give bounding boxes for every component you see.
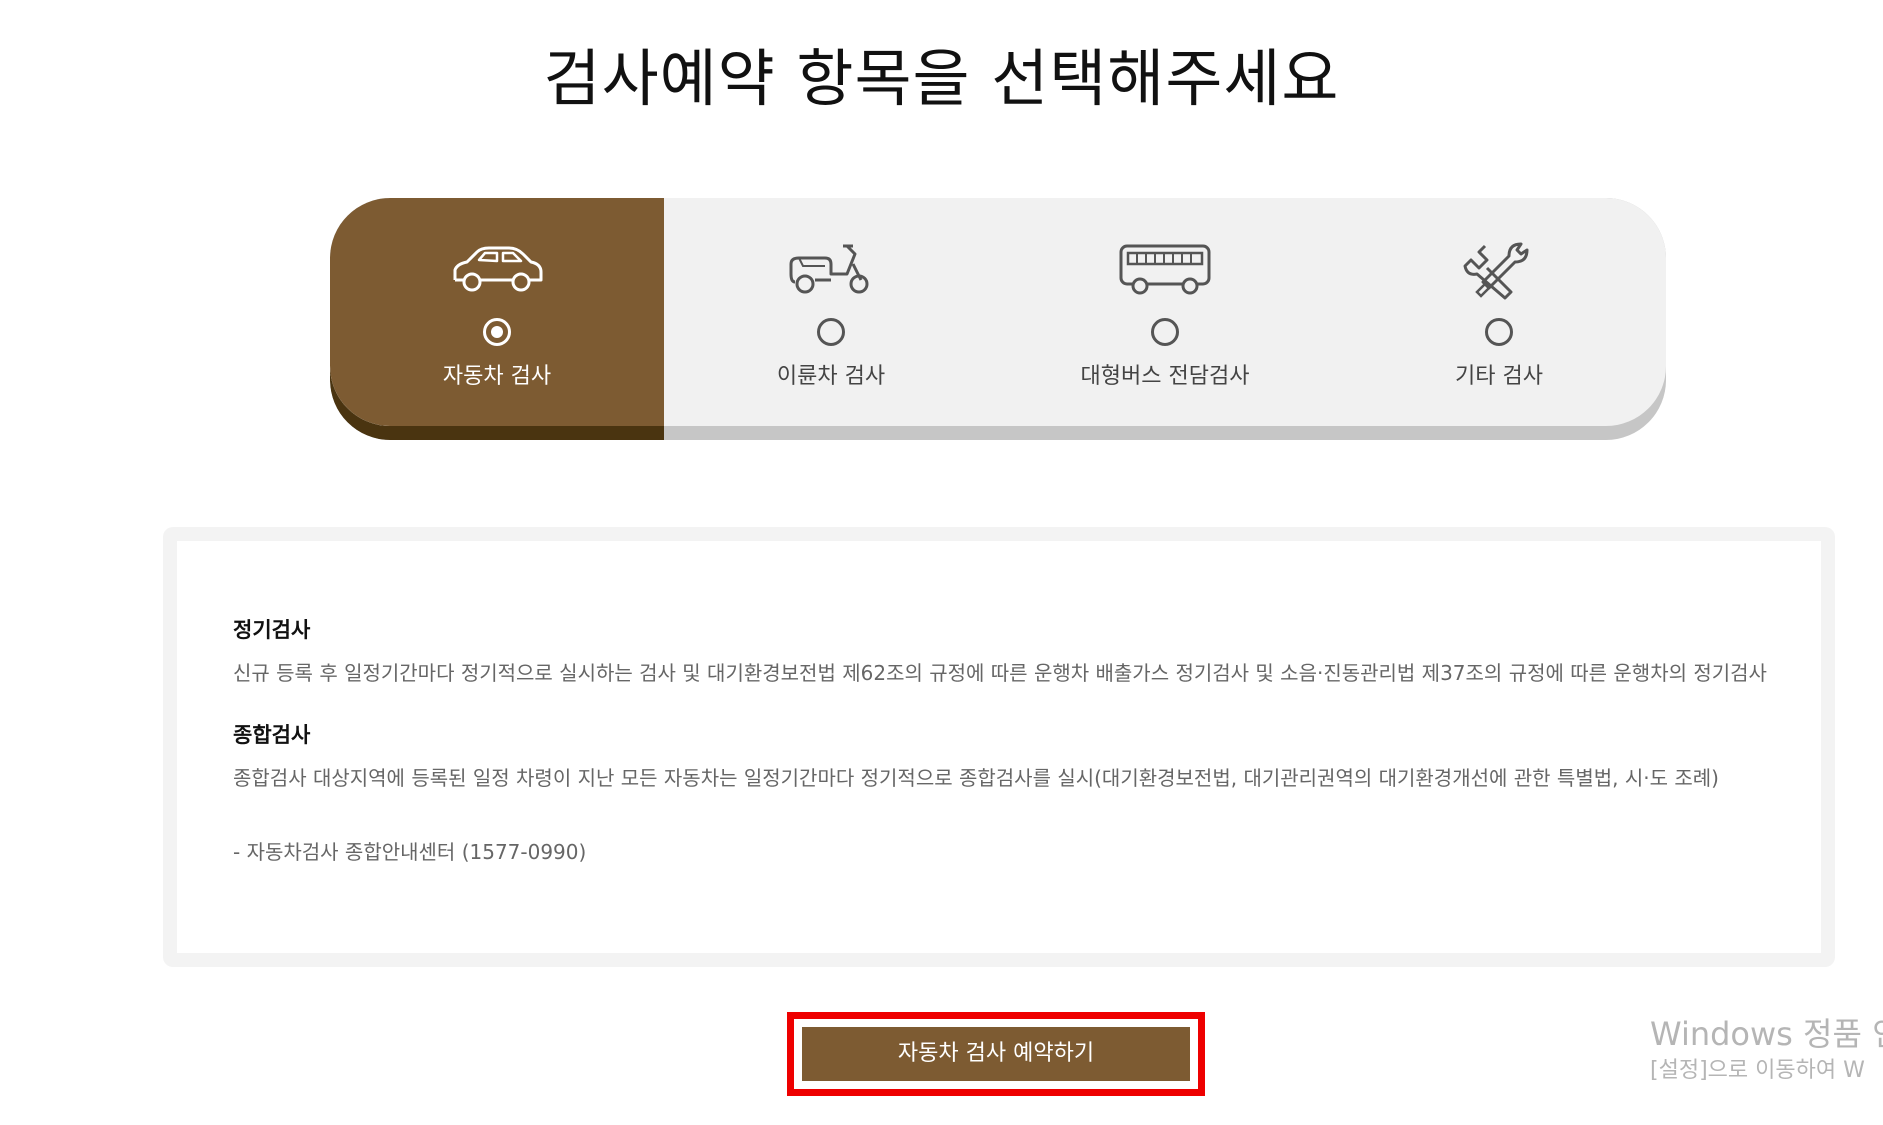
description-panel-inner: 정기검사 신규 등록 후 일정기간마다 정기적으로 실시하는 검사 및 대기환경… <box>177 541 1821 953</box>
scooter-icon <box>789 244 869 294</box>
description-section-comprehensive: 종합검사 종합검사 대상지역에 등록된 일정 차령이 지난 모든 자동차는 일정… <box>233 719 1773 796</box>
watermark-title: Windows 정품 인 <box>1650 1015 1883 1053</box>
option-other-inspection[interactable]: 기타 검사 <box>1332 198 1666 426</box>
section-text: 신규 등록 후 일정기간마다 정기적으로 실시하는 검사 및 대기환경보전법 제… <box>233 661 1767 685</box>
page: 검사예약 항목을 선택해주세요 자동차 검사 이륜차 검사 대형버스 전담검사 … <box>0 0 1883 1125</box>
description-section-periodic: 정기검사 신규 등록 후 일정기간마다 정기적으로 실시하는 검사 및 대기환경… <box>233 614 1773 691</box>
contact-info: - 자동차검사 종합안내센터 (1577-0990) <box>233 840 587 864</box>
option-bus-inspection[interactable]: 대형버스 전담검사 <box>998 198 1332 426</box>
radio-unchecked-icon[interactable] <box>817 318 845 346</box>
reserve-car-inspection-button[interactable]: 자동차 검사 예약하기 <box>802 1027 1190 1081</box>
option-label: 자동차 검사 <box>442 364 552 389</box>
section-heading: 종합검사 <box>233 723 311 747</box>
option-car-inspection[interactable]: 자동차 검사 <box>330 198 664 426</box>
radio-checked-icon[interactable] <box>483 318 511 346</box>
watermark-subtitle: [설정]으로 이동하여 W <box>1650 1058 1865 1083</box>
option-motorcycle-inspection[interactable]: 이륜차 검사 <box>664 198 998 426</box>
option-label: 대형버스 전담검사 <box>1080 364 1250 389</box>
radio-unchecked-icon[interactable] <box>1485 318 1513 346</box>
option-label: 기타 검사 <box>1455 364 1543 389</box>
inspection-type-selector: 자동차 검사 이륜차 검사 대형버스 전담검사 기타 검사 <box>330 198 1666 440</box>
bus-icon <box>1119 244 1211 295</box>
car-icon <box>453 246 543 292</box>
windows-activation-watermark: Windows 정품 인 [설정]으로 이동하여 W <box>1650 1012 1883 1086</box>
radio-unchecked-icon[interactable] <box>1151 318 1179 346</box>
description-panel: 정기검사 신규 등록 후 일정기간마다 정기적으로 실시하는 검사 및 대기환경… <box>163 527 1835 967</box>
selector-face: 자동차 검사 이륜차 검사 대형버스 전담검사 기타 검사 <box>330 198 1666 426</box>
tools-icon <box>1463 242 1529 300</box>
page-title: 검사예약 항목을 선택해주세요 <box>543 42 1340 115</box>
section-text: 종합검사 대상지역에 등록된 일정 차령이 지난 모든 자동차는 일정기간마다 … <box>233 766 1719 790</box>
reserve-button-highlight: 자동차 검사 예약하기 <box>787 1012 1205 1096</box>
option-label: 이륜차 검사 <box>776 364 886 389</box>
description-content: 정기검사 신규 등록 후 일정기간마다 정기적으로 실시하는 검사 및 대기환경… <box>233 614 1773 865</box>
section-heading: 정기검사 <box>233 618 311 642</box>
